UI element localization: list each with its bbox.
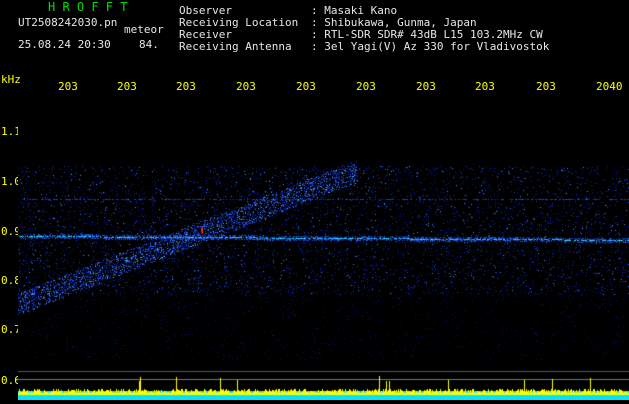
spectrogram-canvas bbox=[18, 98, 629, 400]
observer-label: Observer bbox=[179, 4, 232, 17]
y-axis-unit: kHz bbox=[1, 73, 21, 86]
app-title: H R O F F T bbox=[48, 0, 128, 14]
receiver-value: : RTL-SDR SDR# 43dB L15 103.2MHz CW bbox=[311, 28, 543, 41]
meteor-label: meteor bbox=[124, 23, 164, 36]
location-value: : Shibukawa, Gunma, Japan bbox=[311, 16, 477, 29]
observer-value: : Masaki Kano bbox=[311, 4, 398, 17]
filename-label: UT2508242030.pn bbox=[18, 16, 118, 29]
x-tick-label: 2040 bbox=[596, 80, 623, 93]
x-tick-label: 203 bbox=[416, 80, 436, 93]
spectrogram-plot bbox=[18, 98, 629, 400]
x-tick-label: 203 bbox=[536, 80, 556, 93]
location-label: Receiving Location bbox=[179, 16, 299, 29]
x-tick-label: 203 bbox=[236, 80, 256, 93]
antenna-value: : 3el Yagi(V) Az 330 for Vladivostok bbox=[311, 40, 550, 53]
receiver-label: Receiver bbox=[179, 28, 232, 41]
datetime-label: 25.08.24 20:30 bbox=[18, 38, 111, 51]
x-tick-label: 203 bbox=[117, 80, 137, 93]
x-tick-label: 203 bbox=[58, 80, 78, 93]
x-tick-label: 203 bbox=[475, 80, 495, 93]
x-tick-label: 203 bbox=[296, 80, 316, 93]
x-tick-label: 203 bbox=[176, 80, 196, 93]
antenna-label: Receiving Antenna bbox=[179, 40, 292, 53]
meteor-count: 84. bbox=[139, 38, 159, 51]
x-tick-label: 203 bbox=[356, 80, 376, 93]
